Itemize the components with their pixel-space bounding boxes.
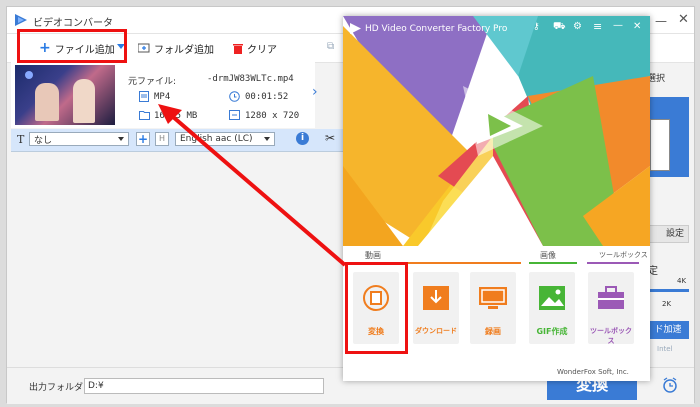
annotation-arrow: [158, 104, 347, 267]
